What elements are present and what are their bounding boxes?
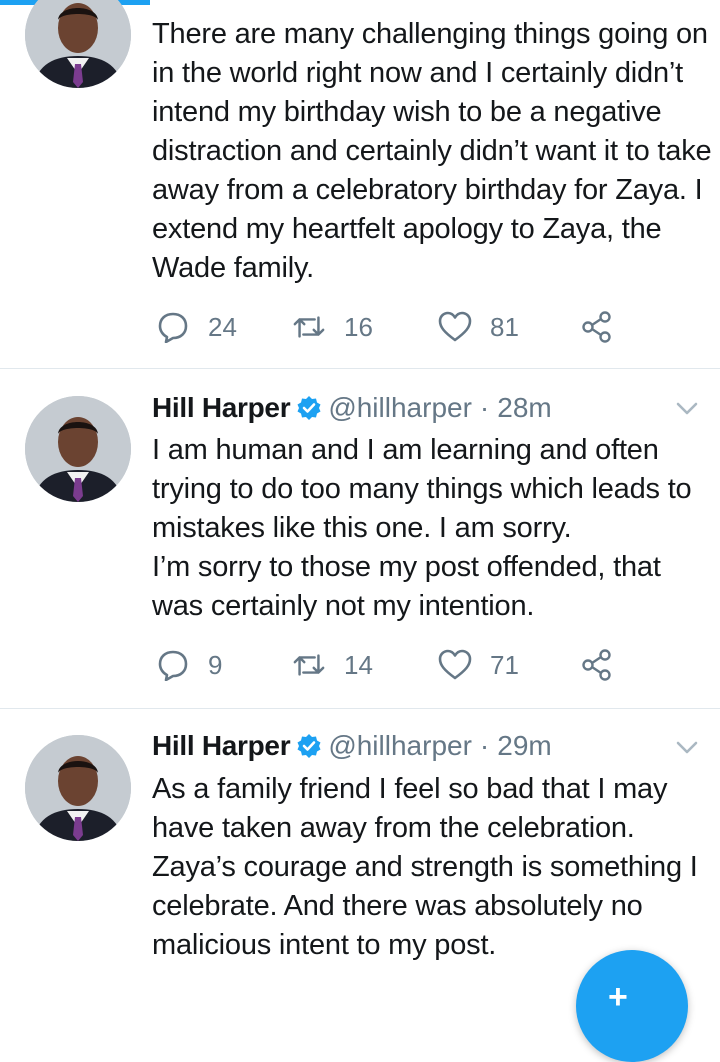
like-icon — [438, 648, 472, 682]
tweet-header: Hill Harper @hillharper · 29m — [152, 724, 552, 768]
tweet-paragraph: There are many challenging things going … — [152, 18, 712, 284]
like-button[interactable]: 81 — [438, 310, 519, 344]
share-button[interactable] — [580, 310, 614, 344]
share-button[interactable] — [580, 648, 614, 682]
tweet-text: As a family friend I feel so bad that I … — [152, 770, 712, 965]
like-icon — [438, 310, 472, 344]
avatar[interactable] — [25, 0, 131, 88]
tweet-text: There are many challenging things going … — [152, 15, 712, 288]
reply-button[interactable]: 24 — [156, 310, 237, 344]
retweet-button[interactable]: 14 — [292, 648, 373, 682]
avatar-image — [25, 0, 131, 88]
like-button[interactable]: 71 — [438, 648, 519, 682]
tweet-paragraph: I am human and I am learning and often t… — [152, 434, 692, 544]
retweet-count: 16 — [344, 311, 373, 342]
share-icon — [580, 648, 614, 682]
separator-dot: · — [479, 392, 490, 423]
tweet-header: Hill Harper @hillharper · 28m — [152, 386, 552, 430]
avatar-image — [25, 396, 131, 502]
reply-icon — [156, 648, 190, 682]
display-name[interactable]: Hill Harper — [152, 730, 291, 762]
timestamp[interactable]: 28m — [497, 392, 551, 424]
reply-icon — [156, 310, 190, 344]
reply-count: 24 — [208, 311, 237, 342]
tweet-1[interactable]: There are many challenging things going … — [0, 0, 720, 369]
reply-count: 9 — [208, 649, 223, 680]
tweet-actions: 24 16 81 — [152, 310, 622, 350]
display-name[interactable]: Hill Harper — [152, 392, 291, 424]
retweet-icon — [292, 648, 326, 682]
tweet-paragraph: I’m sorry to those my post offended, tha… — [152, 551, 661, 622]
user-handle[interactable]: @hillharper — [328, 730, 472, 762]
chevron-down-icon[interactable] — [676, 402, 698, 421]
tweet-paragraph: As a family friend I feel so bad that I … — [152, 773, 698, 961]
like-count: 71 — [490, 649, 519, 680]
compose-tweet-icon: + — [608, 978, 628, 1016]
verified-badge-icon — [296, 733, 322, 759]
retweet-icon — [292, 310, 326, 344]
share-icon — [580, 310, 614, 344]
avatar[interactable] — [25, 735, 131, 841]
tweet-2[interactable]: Hill Harper @hillharper · 28m I am human… — [0, 368, 720, 709]
compose-tweet-button[interactable]: + — [576, 950, 688, 1062]
reply-button[interactable]: 9 — [156, 648, 222, 682]
retweet-count: 14 — [344, 649, 373, 680]
user-handle[interactable]: @hillharper — [328, 392, 472, 424]
verified-badge-icon — [296, 395, 322, 421]
like-count: 81 — [490, 311, 519, 342]
timestamp[interactable]: 29m — [497, 730, 551, 762]
tweet-actions: 9 14 71 — [152, 648, 622, 688]
avatar[interactable] — [25, 396, 131, 502]
retweet-button[interactable]: 16 — [292, 310, 373, 344]
chevron-down-icon[interactable] — [676, 741, 698, 760]
separator-dot: · — [479, 730, 490, 761]
avatar-image — [25, 735, 131, 841]
tweet-text: I am human and I am learning and often t… — [152, 431, 712, 626]
